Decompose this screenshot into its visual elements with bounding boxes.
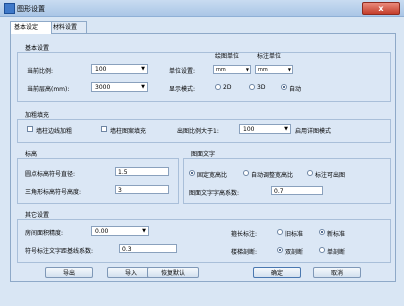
close-button[interactable]: x (362, 2, 400, 15)
old-standard-label: 旧标准 (285, 231, 304, 238)
area-precision-value: 0.00 (95, 228, 109, 235)
other-section-title: 其它设置 (25, 212, 50, 219)
text-section (183, 158, 391, 204)
auto-ratio-label: 自动调整宽高比 (251, 172, 294, 179)
area-precision-label: 房间面积精度: (25, 230, 64, 237)
display-3d-label: 3D (257, 84, 266, 91)
chevron-down-icon: ▼ (141, 84, 145, 90)
height-label: 当前层高(mm): (27, 86, 70, 93)
detail-mode-label: 启用详图模式 (295, 128, 332, 135)
new-standard-label: 新标准 (327, 231, 346, 238)
fill-section-title: 加粗填充 (25, 112, 50, 119)
basic-section-title: 基本设置 (25, 45, 50, 52)
annot-unit-value: mm (258, 67, 268, 73)
chevron-down-icon: ▼ (141, 66, 145, 72)
display-2d-label: 2D (223, 84, 232, 91)
triangle-height-label: 三角形标高符号高度: (25, 189, 82, 196)
draw-unit-select[interactable]: mm ▼ (213, 65, 251, 74)
new-standard-radio[interactable] (319, 229, 325, 235)
printable-radio[interactable] (307, 170, 313, 176)
basic-section (17, 52, 391, 102)
display-2d-radio[interactable] (215, 84, 221, 90)
text-offset-input[interactable]: 0.3 (119, 244, 177, 253)
edge-bold-label: 墙柱边线加粗 (36, 128, 73, 135)
ok-button[interactable]: 确定 (253, 267, 301, 278)
chevron-down-icon: ▼ (245, 67, 249, 72)
chevron-down-icon: ▼ (287, 67, 291, 72)
chevron-down-icon: ▼ (142, 228, 146, 234)
printable-label: 标注可出图 (315, 172, 346, 179)
scale-value: 100 (95, 66, 107, 73)
scale-select[interactable]: 100 ▼ (91, 64, 148, 74)
tab-basic[interactable]: 基本设定 (10, 21, 52, 34)
height-select[interactable]: 3000 ▼ (91, 82, 148, 92)
chevron-down-icon: ▼ (284, 126, 288, 132)
auto-ratio-radio[interactable] (243, 170, 249, 176)
scale-over-value: 100 (243, 126, 255, 133)
double-break-radio[interactable] (277, 247, 283, 253)
single-break-label: 单剖断 (327, 249, 346, 256)
stair-break-label: 楼梯剖断: (231, 249, 258, 256)
export-button[interactable]: 导出 (45, 267, 93, 278)
tab-panel: 基本设置 当前比例: 100 ▼ 当前层高(mm): 3000 ▼ 绘图单位 标… (10, 33, 396, 282)
scale-label: 当前比例: (27, 68, 54, 75)
display-auto-label: 自动 (289, 86, 302, 93)
fixed-ratio-radio[interactable] (189, 170, 195, 176)
area-precision-select[interactable]: 0.00 ▼ (91, 226, 149, 236)
pattern-fill-checkbox[interactable] (101, 126, 107, 132)
fixed-ratio-label: 固定宽高比 (197, 172, 228, 179)
elevation-section (17, 158, 179, 204)
old-standard-radio[interactable] (277, 229, 283, 235)
double-break-label: 双剖断 (285, 249, 304, 256)
dimension-label: 箍长标注: (231, 231, 258, 238)
single-break-radio[interactable] (319, 247, 325, 253)
settings-window: 图形设置 x 基本设定 材料设置 基本设置 当前比例: 100 ▼ 当前层高(m… (0, 0, 404, 306)
other-section (17, 219, 391, 263)
restore-default-button[interactable]: 恢复默认 (147, 267, 199, 278)
app-icon (4, 3, 15, 14)
text-ratio-input[interactable]: 0.7 (271, 186, 323, 195)
scale-over-select[interactable]: 100 ▼ (239, 124, 291, 134)
circle-diameter-input[interactable]: 1.5 (115, 167, 169, 176)
unit-label: 单位设置: (169, 68, 196, 75)
display-auto-radio[interactable] (281, 84, 287, 90)
scale-over-label: 出图比例大于1: (177, 128, 219, 135)
elevation-section-title: 标高 (25, 151, 38, 158)
tab-material[interactable]: 材料设置 (49, 21, 87, 33)
text-offset-label: 符号标注文字距基线系数: (25, 248, 94, 255)
height-value: 3000 (95, 84, 111, 91)
text-ratio-label: 图面文字字高系数: (189, 190, 240, 197)
unit-header-annot: 标注单位 (257, 53, 282, 60)
display-3d-radio[interactable] (249, 84, 255, 90)
cancel-button[interactable]: 取消 (313, 267, 361, 278)
draw-unit-value: mm (216, 67, 226, 73)
annot-unit-select[interactable]: mm ▼ (255, 65, 293, 74)
display-label: 显示模式: (169, 86, 196, 93)
unit-header-draw: 绘图单位 (215, 53, 240, 60)
title-bar: 图形设置 x (0, 0, 404, 17)
circle-diameter-label: 圆点标高符号直径: (25, 171, 76, 178)
pattern-fill-label: 墙柱图案填充 (110, 128, 147, 135)
text-section-title: 图面文字 (191, 151, 216, 158)
window-title: 图形设置 (17, 5, 45, 13)
edge-bold-checkbox[interactable] (27, 126, 33, 132)
triangle-height-input[interactable]: 3 (115, 185, 169, 194)
